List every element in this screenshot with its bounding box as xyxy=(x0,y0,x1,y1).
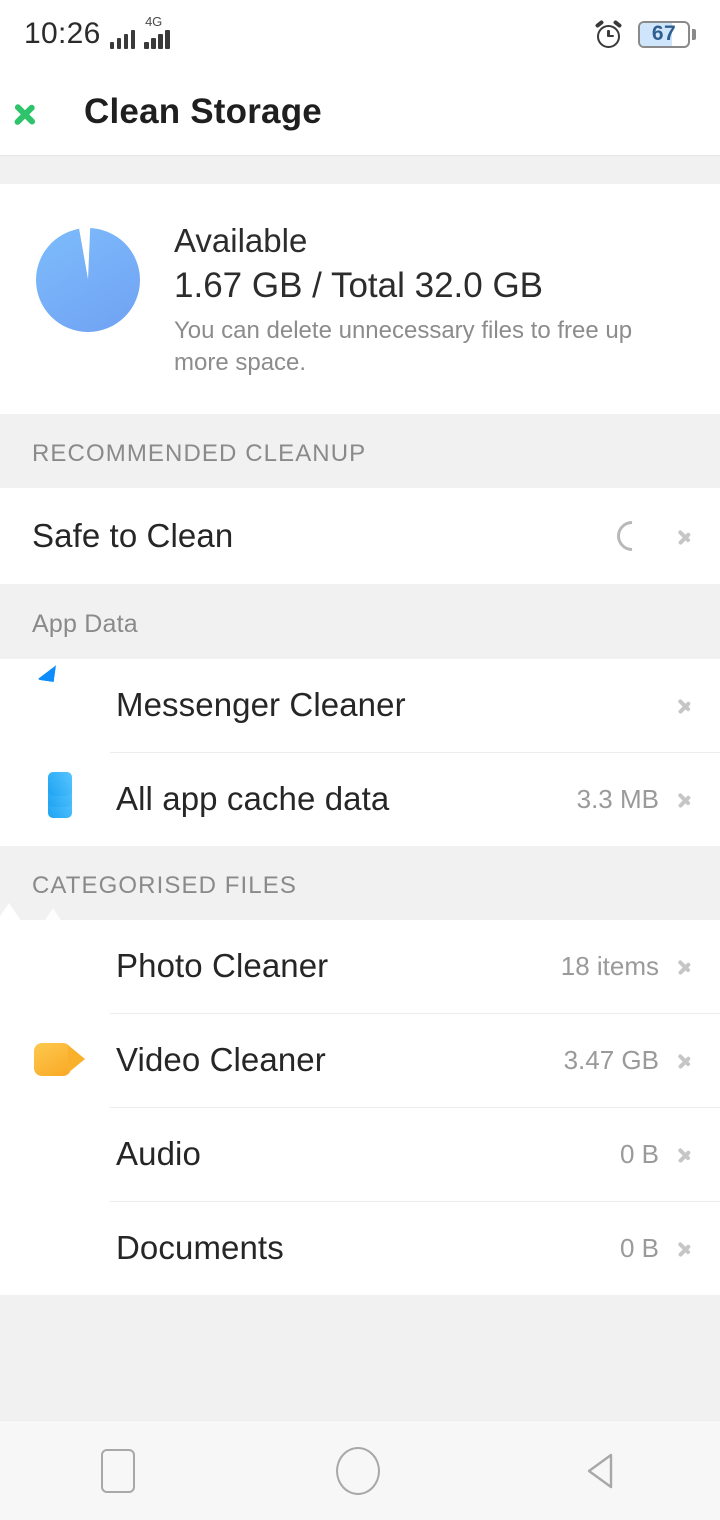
categorised-files-list: Photo Cleaner 18 items Video Cleaner 3.4… xyxy=(0,903,720,1295)
content-scroll-area: Available 1.67 GB / Total 32.0 GB You ca… xyxy=(0,156,720,1420)
chevron-right-icon xyxy=(677,1047,692,1073)
back-nav-icon[interactable] xyxy=(581,1449,619,1493)
video-icon xyxy=(32,1031,90,1089)
section-header-recommended: RECOMMENDED CLEANUP xyxy=(0,413,720,488)
storage-description: You can delete unnecessary files to free… xyxy=(174,316,633,377)
row-audio[interactable]: Audio 0 B xyxy=(0,1108,720,1201)
signal-bars-4g-icon: 4G xyxy=(144,14,170,49)
signal-bars-icon xyxy=(109,27,136,49)
storage-pie-chart xyxy=(36,228,140,332)
row-value: 0 B xyxy=(619,1232,659,1263)
recent-apps-icon[interactable] xyxy=(100,1448,135,1493)
chevron-right-icon xyxy=(677,786,692,812)
row-all-app-cache-data[interactable]: All app cache data 3.3 MB xyxy=(0,753,720,846)
battery-level-label: 67 xyxy=(651,22,677,46)
available-label: Available xyxy=(174,222,308,259)
row-label: All app cache data xyxy=(116,780,390,818)
home-icon[interactable] xyxy=(335,1446,380,1495)
row-label: Audio xyxy=(116,1135,201,1173)
chevron-right-icon xyxy=(677,692,692,718)
network-type-label: 4G xyxy=(145,14,163,29)
storage-summary-card: Available 1.67 GB / Total 32.0 GB You ca… xyxy=(0,184,720,414)
row-documents[interactable]: Documents 0 B xyxy=(0,1202,720,1295)
row-messenger-cleaner[interactable]: Messenger Cleaner xyxy=(0,659,720,752)
row-label: Messenger Cleaner xyxy=(116,686,406,724)
top-spacer xyxy=(0,156,720,184)
storage-summary-text: Available 1.67 GB / Total 32.0 GB You ca… xyxy=(174,218,690,380)
messenger-icon xyxy=(32,676,90,734)
layers-icon xyxy=(32,770,90,828)
battery-icon: 67 xyxy=(638,20,696,48)
section-header-categorised-files: CATEGORISED FILES xyxy=(0,845,720,920)
chevron-right-icon xyxy=(677,953,692,979)
row-value: 18 items xyxy=(560,950,659,981)
pie-available-slice xyxy=(79,220,139,280)
status-bar-left: 10:26 4G xyxy=(24,14,170,50)
page-title: Clean Storage xyxy=(84,91,322,131)
row-label: Photo Cleaner xyxy=(116,947,329,985)
system-navigation-bar xyxy=(0,1420,720,1520)
back-chevron-icon[interactable] xyxy=(30,91,56,133)
app-title-bar: Clean Storage xyxy=(0,68,720,156)
status-bar: 10:26 4G 67 xyxy=(0,0,720,68)
storage-size-line: 1.67 GB / Total 32.0 GB xyxy=(174,266,544,306)
row-value: 3.47 GB xyxy=(563,1044,659,1075)
row-video-cleaner[interactable]: Video Cleaner 3.47 GB xyxy=(0,1014,720,1107)
row-label: Safe to Clean xyxy=(32,516,234,554)
row-safe-to-clean[interactable]: Safe to Clean xyxy=(0,488,720,584)
status-time: 10:26 xyxy=(24,17,101,50)
loading-spinner-icon xyxy=(610,514,654,557)
chevron-right-icon xyxy=(677,1235,692,1261)
row-value: 3.3 MB xyxy=(576,783,659,814)
row-photo-cleaner[interactable]: Photo Cleaner 18 items xyxy=(0,903,720,1013)
photo-icon xyxy=(0,903,90,995)
phone-screen: 10:26 4G 67 Clean Storage Available 1.67… xyxy=(0,0,720,1520)
chevron-right-icon xyxy=(677,1141,692,1167)
row-value: 0 B xyxy=(619,1138,659,1169)
row-label: Video Cleaner xyxy=(116,1041,326,1079)
chevron-right-icon xyxy=(677,523,692,549)
app-data-list: Messenger Cleaner All app cache data 3.3… xyxy=(0,658,720,846)
alarm-clock-icon xyxy=(594,19,623,48)
row-label: Documents xyxy=(116,1229,284,1267)
section-header-app-data: App Data xyxy=(0,583,720,659)
recommended-cleanup-list: Safe to Clean xyxy=(0,487,720,584)
audio-icon xyxy=(32,1125,90,1183)
document-icon xyxy=(17,1219,90,1277)
status-bar-right: 67 xyxy=(594,19,696,48)
